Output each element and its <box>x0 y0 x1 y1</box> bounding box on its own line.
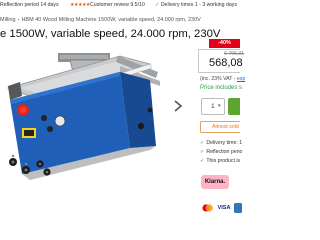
vat-info: (inc. 23% VAT - exp <box>200 76 246 82</box>
mastercard-icon <box>201 203 214 213</box>
check-icon: ✓ <box>200 140 205 146</box>
breadcrumb: Milling › HBM 40 Wood Milling Machine 1500… <box>0 17 201 23</box>
feature-item: ✓ Reflection perio <box>200 149 243 155</box>
shipping-link[interactable]: exp <box>237 76 245 82</box>
check-icon: ✓ <box>155 2 160 8</box>
klarna-logo: Klarna. <box>201 175 229 189</box>
rating-stars: ★★★★★ <box>70 1 90 8</box>
quantity-select[interactable]: 1 ▾ <box>201 98 225 115</box>
stock-status: Almost sold o <box>200 121 240 133</box>
breadcrumb-current: HBM 40 Wood Milling Machine 1500W, varia… <box>21 17 201 23</box>
chevron-down-icon: ▾ <box>218 103 221 109</box>
milling-machine-illustration <box>6 53 160 180</box>
product-title: e 1500W, variable speed, 24.000 rpm, 230… <box>0 28 221 40</box>
product-image[interactable] <box>0 46 188 206</box>
feature-item: ✓ This product is <box>200 158 241 164</box>
current-price: 568,08 <box>209 57 243 69</box>
customer-review-text[interactable]: Customer review 9.5/10 <box>90 2 145 8</box>
feature-item: ✓ Delivery time: 1 <box>200 140 243 146</box>
breadcrumb-separator: › <box>17 17 20 23</box>
top-info-bar: Reflection period 14 days ★★★★★ Customer… <box>0 0 240 10</box>
breadcrumb-link-milling[interactable]: Milling <box>0 17 16 23</box>
add-to-cart-button[interactable] <box>228 98 240 115</box>
quantity-value: 1 <box>211 103 215 110</box>
amex-icon <box>234 203 242 213</box>
discount-badge: -40% <box>209 39 240 48</box>
price-includes-text: Price includes s <box>200 85 243 91</box>
check-icon: ✓ <box>200 158 205 164</box>
check-icon: ✓ <box>200 149 205 155</box>
reflection-period-text: Reflection period 14 days <box>0 2 59 8</box>
visa-icon: VISA <box>217 205 231 211</box>
gallery-next-icon[interactable] <box>173 99 183 113</box>
delivery-times-text: ✓ Delivery times 1 - 3 working days <box>155 2 237 8</box>
